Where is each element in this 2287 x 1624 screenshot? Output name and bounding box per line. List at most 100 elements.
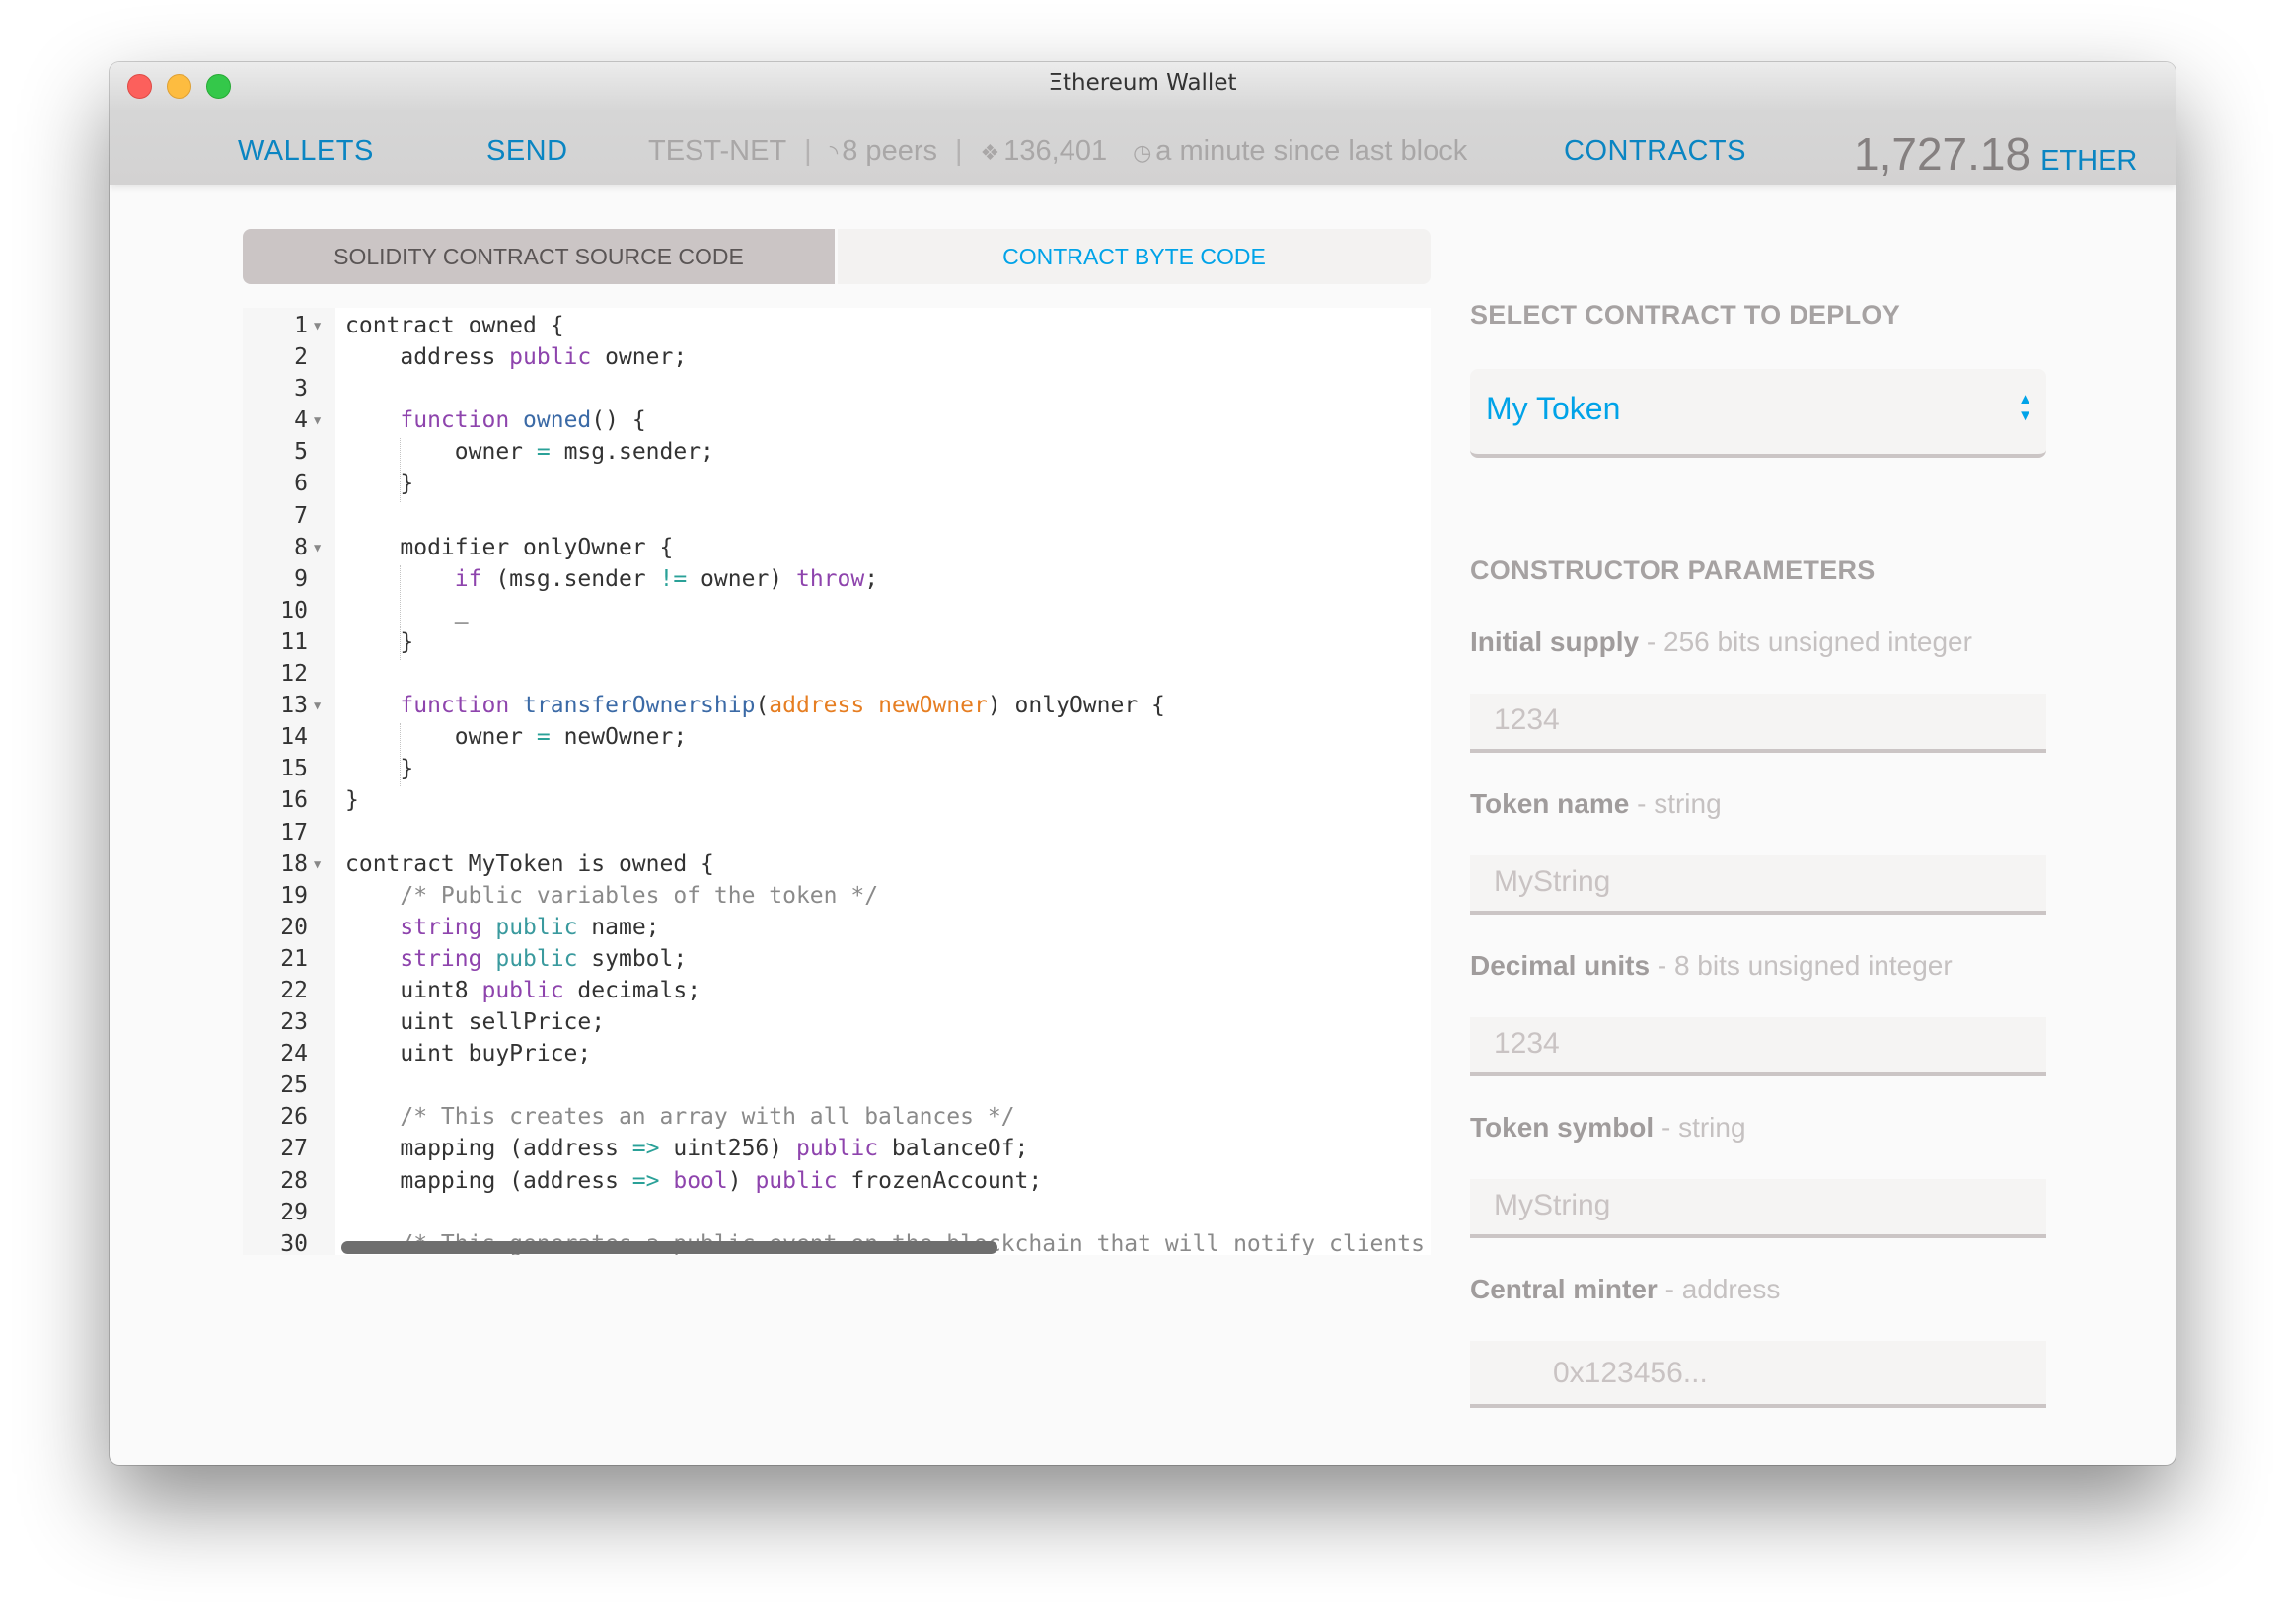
param-input-initial-supply[interactable]: 1234	[1470, 694, 2046, 753]
code-line[interactable]: 12	[243, 658, 1431, 690]
line-number: 11	[280, 628, 308, 655]
fold-arrow-icon[interactable]: ▼	[314, 849, 321, 880]
code-token: contract MyToken is owned {	[345, 850, 714, 877]
code-line[interactable]: 28 mapping (address => bool) public froz…	[243, 1165, 1431, 1197]
param-placeholder: 1234	[1494, 703, 1560, 736]
code-text: function owned() {	[345, 405, 646, 436]
code-line[interactable]: 7	[243, 500, 1431, 532]
nav-contracts[interactable]: CONTRACTS	[1564, 135, 1746, 168]
balance-amount: 1,727.18	[1854, 128, 2031, 180]
param-name: Decimal units	[1470, 950, 1651, 981]
param-placeholder: MyString	[1494, 1189, 1611, 1221]
param-type: - 8 bits unsigned integer	[1650, 950, 1953, 981]
param-label: Initial supply - 256 bits unsigned integ…	[1470, 627, 1972, 658]
code-line[interactable]: 15 }	[243, 753, 1431, 784]
line-number: 3	[294, 376, 308, 403]
code-line[interactable]: 6 }	[243, 468, 1431, 499]
line-number: 20	[280, 914, 308, 940]
code-text: }	[345, 468, 413, 499]
network-status: TEST-NET | ◝ 8 peers | ❖ 136,401 ◷ a minute sinc…	[648, 135, 1467, 168]
param-input-token-name[interactable]: MyString	[1470, 855, 2046, 915]
param-input-central-minter[interactable]: 0x123456...	[1470, 1341, 2046, 1408]
param-input-decimal-units[interactable]: 1234	[1470, 1017, 2046, 1076]
keyword-token: public	[481, 977, 564, 1003]
code-line[interactable]: 17	[243, 817, 1431, 849]
code-line[interactable]: 23 uint sellPrice;	[243, 1006, 1431, 1038]
code-token: () {	[591, 407, 646, 434]
code-token: _	[345, 597, 469, 624]
code-line[interactable]: 18 ▼ contract MyToken is owned {	[243, 849, 1431, 880]
tab-byte-code[interactable]: CONTRACT BYTE CODE	[838, 229, 1431, 284]
app-window: Ξthereum Wallet WALLETS SEND TEST-NET | ◝ 8…	[110, 62, 2176, 1465]
code-token: uint256)	[659, 1136, 796, 1162]
window-title: Ξthereum Wallet	[1048, 70, 1237, 96]
code-tabs: SOLIDITY CONTRACT SOURCE CODE CONTRACT B…	[243, 229, 1431, 284]
operator-token: =	[536, 439, 551, 466]
param-input-token-symbol[interactable]: MyString	[1470, 1179, 2046, 1238]
nav-wallets[interactable]: WALLETS	[238, 135, 374, 168]
code-token: name;	[577, 914, 660, 940]
line-number: 22	[280, 977, 308, 1003]
line-number: 24	[280, 1041, 308, 1068]
keyword-token: public	[509, 344, 592, 371]
code-line[interactable]: 20 string public name;	[243, 912, 1431, 943]
code-token: balanceOf;	[878, 1136, 1029, 1162]
fold-arrow-icon[interactable]: ▼	[314, 405, 321, 436]
line-number: 28	[280, 1167, 308, 1194]
code-text: owner = newOwner;	[345, 721, 687, 753]
param-label: Decimal units - 8 bits unsigned integer	[1470, 950, 1953, 982]
code-token: msg.sender;	[550, 439, 714, 466]
code-token: owner)	[687, 565, 796, 592]
code-line[interactable]: 5 owner = msg.sender;	[243, 436, 1431, 468]
select-contract-heading: SELECT CONTRACT TO DEPLOY	[1470, 300, 1901, 330]
code-line[interactable]: 9 if (msg.sender != owner) throw;	[243, 563, 1431, 595]
code-line[interactable]: 14 owner = newOwner;	[243, 721, 1431, 753]
code-line[interactable]: 29	[243, 1197, 1431, 1228]
code-line[interactable]: 13 ▼ function transferOwnership(address n…	[243, 690, 1431, 721]
line-number: 8	[294, 534, 308, 560]
code-line[interactable]: 11 }	[243, 627, 1431, 658]
last-block-time: a minute since last block	[1155, 135, 1468, 167]
code-token: uint8	[345, 977, 482, 1003]
code-line[interactable]: 3	[243, 373, 1431, 405]
function-name-token: transferOwnership	[523, 693, 756, 719]
wifi-icon: ◝	[829, 140, 839, 165]
horizontal-scrollbar[interactable]	[341, 1241, 997, 1254]
keyword-token: throw	[795, 565, 865, 592]
keyword-token: string	[400, 914, 482, 940]
code-line[interactable]: 1 ▼ contract owned {	[243, 310, 1431, 341]
code-line[interactable]: 26 /* This creates an array with all bal…	[243, 1101, 1431, 1133]
code-line[interactable]: 4 ▼ function owned() {	[243, 405, 1431, 436]
line-number: 27	[280, 1136, 308, 1162]
param-placeholder: MyString	[1494, 865, 1611, 898]
param-type: - 256 bits unsigned integer	[1639, 627, 1972, 657]
comment-token: /* This creates an array with all balanc…	[345, 1104, 1015, 1131]
code-text: }	[345, 784, 359, 816]
code-line[interactable]: 25	[243, 1070, 1431, 1101]
nav-send[interactable]: SEND	[486, 135, 568, 168]
code-line[interactable]: 16}	[243, 784, 1431, 816]
code-line[interactable]: 19 /* Public variables of the token */	[243, 880, 1431, 912]
code-line[interactable]: 21 string public symbol;	[243, 943, 1431, 975]
fold-arrow-icon[interactable]: ▼	[314, 532, 321, 563]
code-token: }	[345, 628, 414, 655]
code-line[interactable]: 22 uint8 public decimals;	[243, 975, 1431, 1006]
code-token: owner;	[591, 344, 688, 371]
balance-unit[interactable]: ETHER	[2040, 145, 2137, 177]
highlight-token: public	[495, 914, 578, 940]
code-line[interactable]: 27 mapping (address => uint256) public b…	[243, 1133, 1431, 1164]
fold-arrow-icon[interactable]: ▼	[314, 310, 321, 341]
operator-token: =>	[631, 1136, 660, 1162]
fold-arrow-icon[interactable]: ▼	[314, 690, 321, 721]
line-number: 14	[280, 724, 308, 751]
tab-solidity-source[interactable]: SOLIDITY CONTRACT SOURCE CODE	[243, 229, 835, 284]
code-line[interactable]: 8 ▼ modifier onlyOwner {	[243, 532, 1431, 563]
code-line[interactable]: 10 _	[243, 595, 1431, 627]
line-number: 25	[280, 1072, 308, 1099]
code-line[interactable]: 2 address public owner;	[243, 341, 1431, 373]
code-editor[interactable]: 1 ▼ contract owned {2 address public owner…	[243, 308, 1431, 1255]
code-line[interactable]: 24 uint buyPrice;	[243, 1038, 1431, 1070]
contract-select[interactable]: My Token ▲ ▼	[1470, 369, 2046, 458]
